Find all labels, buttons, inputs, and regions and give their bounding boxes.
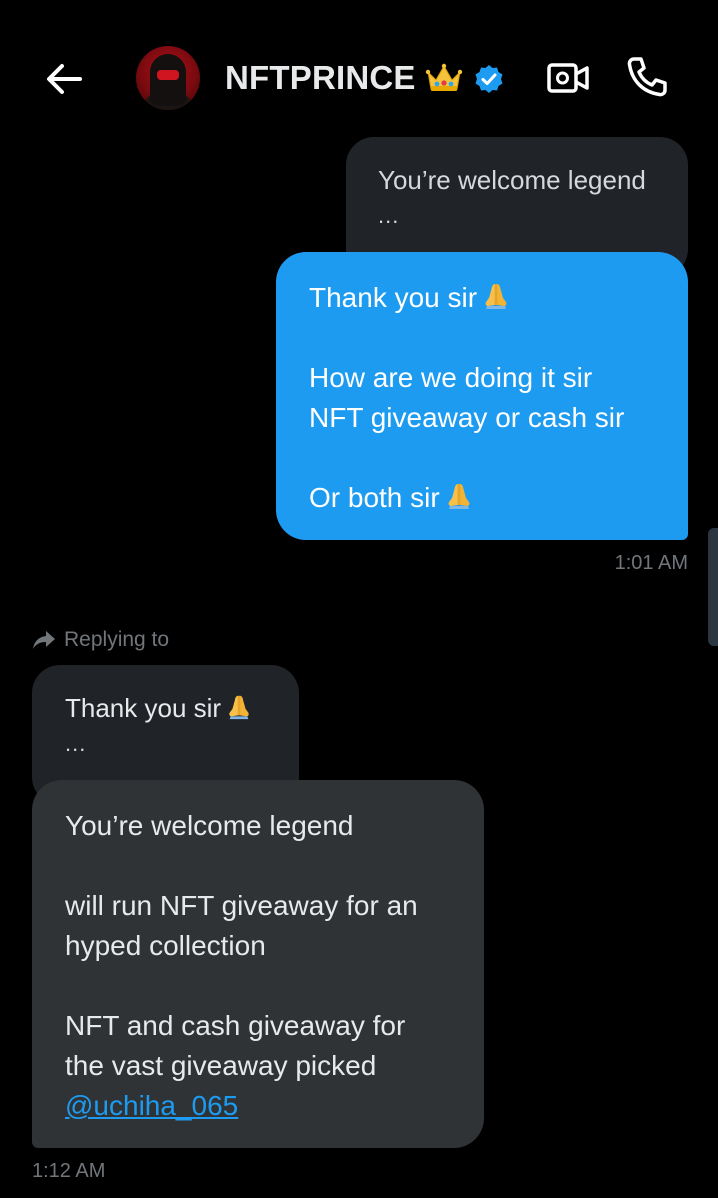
crown-emoji-icon: [425, 63, 463, 91]
reply-arrow-icon: [33, 631, 55, 649]
chat-header: NFTPRINCE: [0, 0, 718, 130]
received-message-line: the vast giveaway picked: [65, 1050, 377, 1081]
received-message-line: NFT and cash giveaway for: [65, 1010, 406, 1041]
folded-hands-emoji-icon: [448, 484, 470, 509]
sent-message-line: How are we doing it sir: [309, 362, 593, 393]
sent-message-line: Or both sir: [309, 482, 440, 513]
verified-badge-icon: [475, 65, 503, 93]
received-message-line: will run NFT giveaway for an: [65, 890, 418, 921]
folded-hands-emoji-icon: [229, 695, 249, 720]
replying-to-label: Replying to: [32, 626, 169, 654]
contact-name[interactable]: NFTPRINCE: [225, 58, 416, 98]
received-message-line: You’re welcome legend: [65, 810, 354, 841]
video-call-button[interactable]: [546, 60, 590, 96]
quoted-message-text: Thank you sir: [65, 693, 222, 723]
back-arrow-icon: [47, 64, 82, 94]
quoted-message-ellipsis: ...: [378, 203, 400, 228]
received-message-bubble[interactable]: You’re welcome legend will run NFT givea…: [32, 780, 484, 1148]
back-button[interactable]: [40, 58, 88, 100]
user-mention-link[interactable]: @uchiha_065: [65, 1090, 238, 1121]
sent-message-timestamp: 1:01 AM: [614, 552, 688, 574]
sent-message-line: Thank you sir: [309, 282, 478, 313]
sent-message-bubble[interactable]: Thank you sir How are we doing it sir NF…: [276, 252, 688, 540]
received-message-line: hyped collection: [65, 930, 266, 961]
quoted-message-ellipsis: ...: [65, 731, 87, 756]
scroll-handle[interactable]: [708, 528, 718, 646]
video-call-icon: [547, 63, 589, 93]
phone-call-button[interactable]: [624, 54, 670, 100]
sent-message-line: NFT giveaway or cash sir: [309, 402, 625, 433]
quoted-message-text: You’re welcome legend: [378, 165, 646, 195]
phone-icon: [627, 57, 667, 97]
avatar[interactable]: [136, 46, 200, 110]
folded-hands-emoji-icon: [485, 284, 507, 309]
replying-to-text: Replying to: [64, 628, 170, 651]
received-message-timestamp: 1:12 AM: [32, 1160, 106, 1182]
